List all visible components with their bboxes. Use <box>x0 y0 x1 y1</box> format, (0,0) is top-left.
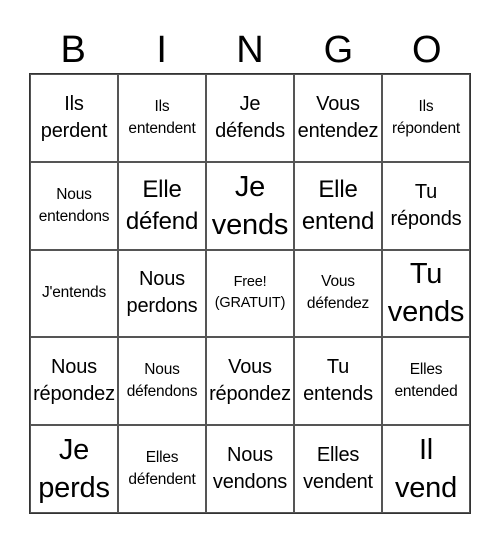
bingo-cell-g5[interactable]: Elles vendent <box>294 425 382 513</box>
bingo-cell-g4[interactable]: Tu entends <box>294 337 382 426</box>
bingo-cell-text: Nous perdons <box>126 268 198 318</box>
bingo-card-grid: Ils perdent Ils entendent Je défends Vous e… <box>29 73 471 514</box>
bingo-header: B I N G O <box>29 28 471 73</box>
bingo-cell-text: Nous vendons <box>212 444 288 494</box>
bingo-cell-i2[interactable]: Elle défend <box>118 161 206 250</box>
bingo-cell-g1[interactable]: Vous entendez <box>294 74 382 162</box>
bingo-cell-b1[interactable]: Ils perdent <box>30 74 118 162</box>
bingo-cell-text: Vous entendez <box>297 92 379 142</box>
bingo-cell-g3[interactable]: Vous défendez <box>294 249 382 338</box>
bingo-cell-n2[interactable]: Je vends <box>206 161 294 250</box>
bingo-cell-o4[interactable]: Elles entended <box>382 337 470 426</box>
bingo-cell-text: Ils répondent <box>391 97 460 137</box>
header-letter-o: O <box>412 29 442 71</box>
bingo-cell-text: Elles entended <box>394 361 458 401</box>
bingo-cell-text: Vous défendez <box>306 273 370 313</box>
bingo-cell-g2[interactable]: Elle entend <box>294 161 382 250</box>
bingo-cell-text: Ils perdent <box>40 92 108 142</box>
bingo-cell-o1[interactable]: Ils répondent <box>382 74 470 162</box>
bingo-cell-text: J'entends <box>41 284 107 302</box>
bingo-cell-text: Tu réponds <box>390 180 462 230</box>
bingo-cell-n5[interactable]: Nous vendons <box>206 425 294 513</box>
bingo-cell-b3[interactable]: J'entends <box>30 249 118 338</box>
bingo-cell-text: Elle défend <box>125 175 199 235</box>
bingo-cell-i5[interactable]: Elles défendent <box>118 425 206 513</box>
bingo-cell-i1[interactable]: Ils entendent <box>118 74 206 162</box>
bingo-cell-text: Je défends <box>215 92 285 142</box>
bingo-cell-text: Nous répondez <box>33 356 115 406</box>
bingo-cell-text: Nous défendons <box>126 361 198 401</box>
bingo-cell-b5[interactable]: Je perds <box>30 425 118 513</box>
bingo-cell-o3[interactable]: Tu vends <box>382 249 470 338</box>
bingo-cell-o5[interactable]: Il vend <box>382 425 470 513</box>
bingo-cell-text: Je vends <box>211 170 289 241</box>
bingo-cell-b4[interactable]: Nous répondez <box>30 337 118 426</box>
bingo-cell-n1[interactable]: Je défends <box>206 74 294 162</box>
bingo-cell-i3[interactable]: Nous perdons <box>118 249 206 338</box>
free-space-cell[interactable]: Free! (GRATUIT) <box>206 249 294 338</box>
header-letter-n: N <box>236 29 264 71</box>
bingo-cell-text: Free! (GRATUIT) <box>214 274 286 312</box>
bingo-cell-text: Vous répondez <box>209 356 291 406</box>
bingo-cell-text: Elles vendent <box>303 444 373 494</box>
bingo-cell-text: Il vend <box>394 434 458 505</box>
bingo-cell-n4[interactable]: Vous répondez <box>206 337 294 426</box>
bingo-cell-text: Elles défendent <box>128 449 196 489</box>
bingo-cell-text: Elle entend <box>301 175 375 235</box>
bingo-cell-text: Ils entendent <box>128 97 196 137</box>
bingo-cell-text: Je perds <box>38 434 110 505</box>
header-letter-g: G <box>323 29 354 71</box>
bingo-cell-text: Nous entendons <box>38 185 110 225</box>
bingo-cell-i4[interactable]: Nous défendons <box>118 337 206 426</box>
bingo-cell-b2[interactable]: Nous entendons <box>30 161 118 250</box>
bingo-cell-text: Tu vends <box>387 258 465 329</box>
header-letter-b: B <box>60 29 86 71</box>
bingo-cell-o2[interactable]: Tu réponds <box>382 161 470 250</box>
bingo-cell-text: Tu entends <box>303 356 373 406</box>
header-letter-i: I <box>156 29 167 71</box>
